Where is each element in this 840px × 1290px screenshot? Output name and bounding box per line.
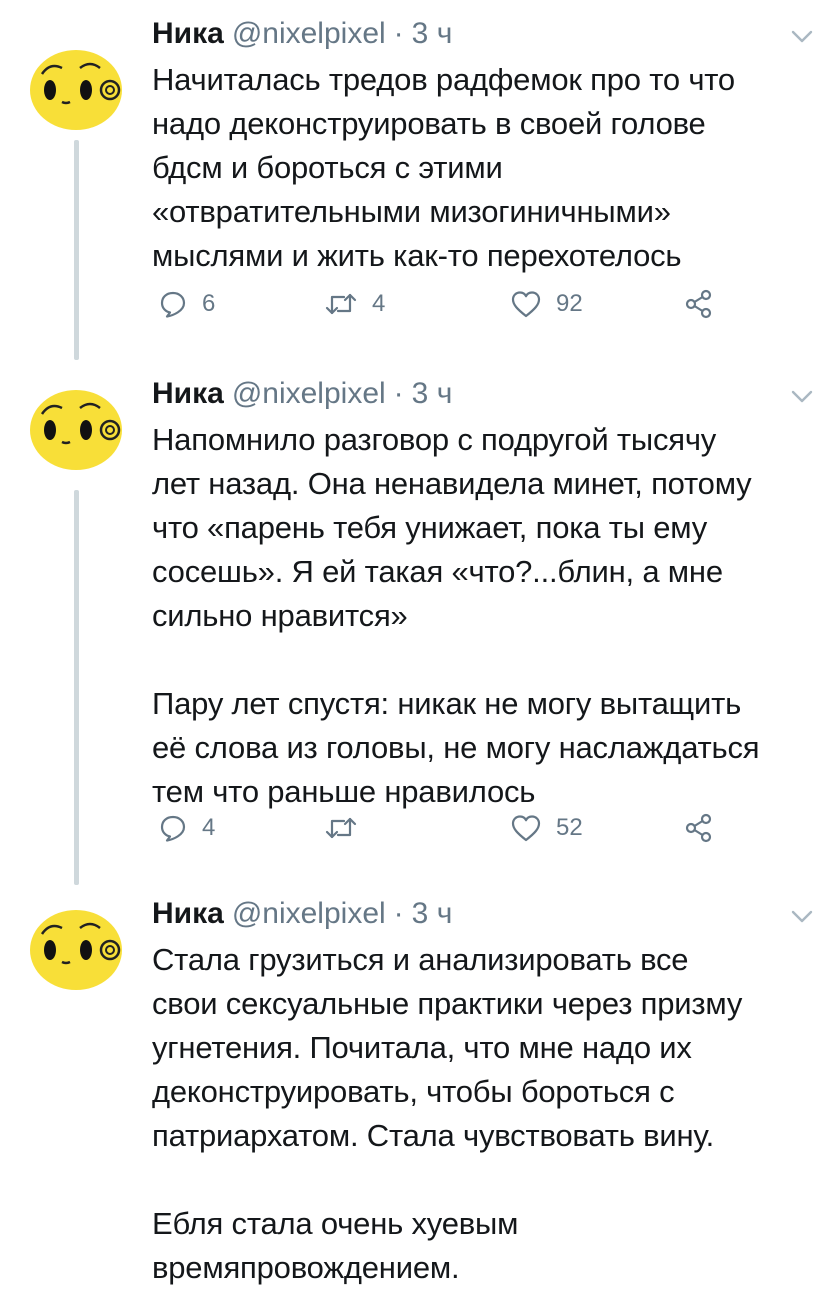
like-button[interactable]: 52 — [510, 808, 583, 848]
retweet-icon — [325, 293, 357, 315]
tweet-paragraph: Стала грузиться и анализировать все свои… — [152, 942, 743, 1153]
reply-button[interactable]: 4 — [158, 808, 215, 848]
tweet[interactable]: Ника @nixelpixel · 3 ч Напомнило разговор с… — [0, 360, 840, 885]
thread-connector — [74, 490, 79, 885]
share-button[interactable] — [684, 284, 714, 324]
tweet-time[interactable]: 3 ч — [412, 17, 453, 50]
separator-dot: · — [393, 377, 404, 410]
author-handle[interactable]: @nixelpixel — [232, 17, 386, 50]
tweet-header: Ника @nixelpixel · 3 ч — [152, 14, 452, 54]
retweet-icon — [325, 817, 357, 839]
like-button[interactable]: 92 — [510, 284, 583, 324]
author-name[interactable]: Ника — [152, 377, 224, 410]
like-count: 52 — [556, 814, 583, 841]
tweet-header: Ника @nixelpixel · 3 ч — [152, 894, 452, 934]
heart-icon — [511, 291, 541, 318]
tweet-paragraph: Ебля стала очень хуевым времяпровождение… — [152, 1206, 519, 1285]
tweet-actions: 6 4 92 — [152, 284, 752, 324]
tweet-thread: Ника @nixelpixel · 3 ч Начиталась тредов ра… — [0, 0, 840, 1285]
avatar[interactable] — [28, 900, 124, 996]
tweet-time[interactable]: 3 ч — [412, 897, 453, 930]
author-handle[interactable]: @nixelpixel — [232, 897, 386, 930]
tweet-paragraph: Пару лет спустя: никак не могу вытащить … — [152, 686, 760, 809]
separator-dot: · — [393, 897, 404, 930]
separator-dot: · — [393, 17, 404, 50]
chevron-down-icon[interactable] — [790, 386, 814, 406]
tweet[interactable]: Ника @nixelpixel · 3 ч Стала грузиться и ан… — [0, 880, 840, 1285]
like-count: 92 — [556, 290, 583, 317]
author-name[interactable]: Ника — [152, 17, 224, 50]
author-handle[interactable]: @nixelpixel — [232, 377, 386, 410]
reply-icon — [160, 815, 186, 842]
tweet-time[interactable]: 3 ч — [412, 377, 453, 410]
avatar[interactable] — [28, 380, 124, 476]
tweet-paragraph: Начиталась тредов радфемок про то что на… — [152, 62, 735, 273]
tweet-actions: 4 52 — [152, 808, 752, 848]
tweet-text: Начиталась тредов радфемок про то что на… — [152, 58, 822, 278]
thread-connector — [74, 140, 79, 360]
reply-icon — [160, 291, 186, 318]
tweet-paragraph: Напомнило разговор с подругой тысячу лет… — [152, 422, 752, 633]
heart-icon — [511, 815, 541, 842]
chevron-down-icon[interactable] — [790, 26, 814, 46]
author-name[interactable]: Ника — [152, 897, 224, 930]
retweet-count: 4 — [372, 290, 386, 317]
reply-count: 4 — [202, 814, 216, 841]
chevron-down-icon[interactable] — [790, 906, 814, 926]
reply-count: 6 — [202, 290, 216, 317]
share-icon — [685, 813, 712, 843]
share-button[interactable] — [684, 808, 714, 848]
reply-button[interactable]: 6 — [158, 284, 215, 324]
retweet-button[interactable] — [324, 808, 372, 848]
share-icon — [685, 289, 712, 319]
tweet-header: Ника @nixelpixel · 3 ч — [152, 374, 452, 414]
tweet-text: Напомнило разговор с подругой тысячу лет… — [152, 418, 822, 814]
retweet-button[interactable]: 4 — [324, 284, 385, 324]
tweet[interactable]: Ника @nixelpixel · 3 ч Начиталась тредов ра… — [0, 0, 840, 360]
tweet-text: Стала грузиться и анализировать все свои… — [152, 938, 822, 1290]
avatar[interactable] — [28, 40, 124, 136]
